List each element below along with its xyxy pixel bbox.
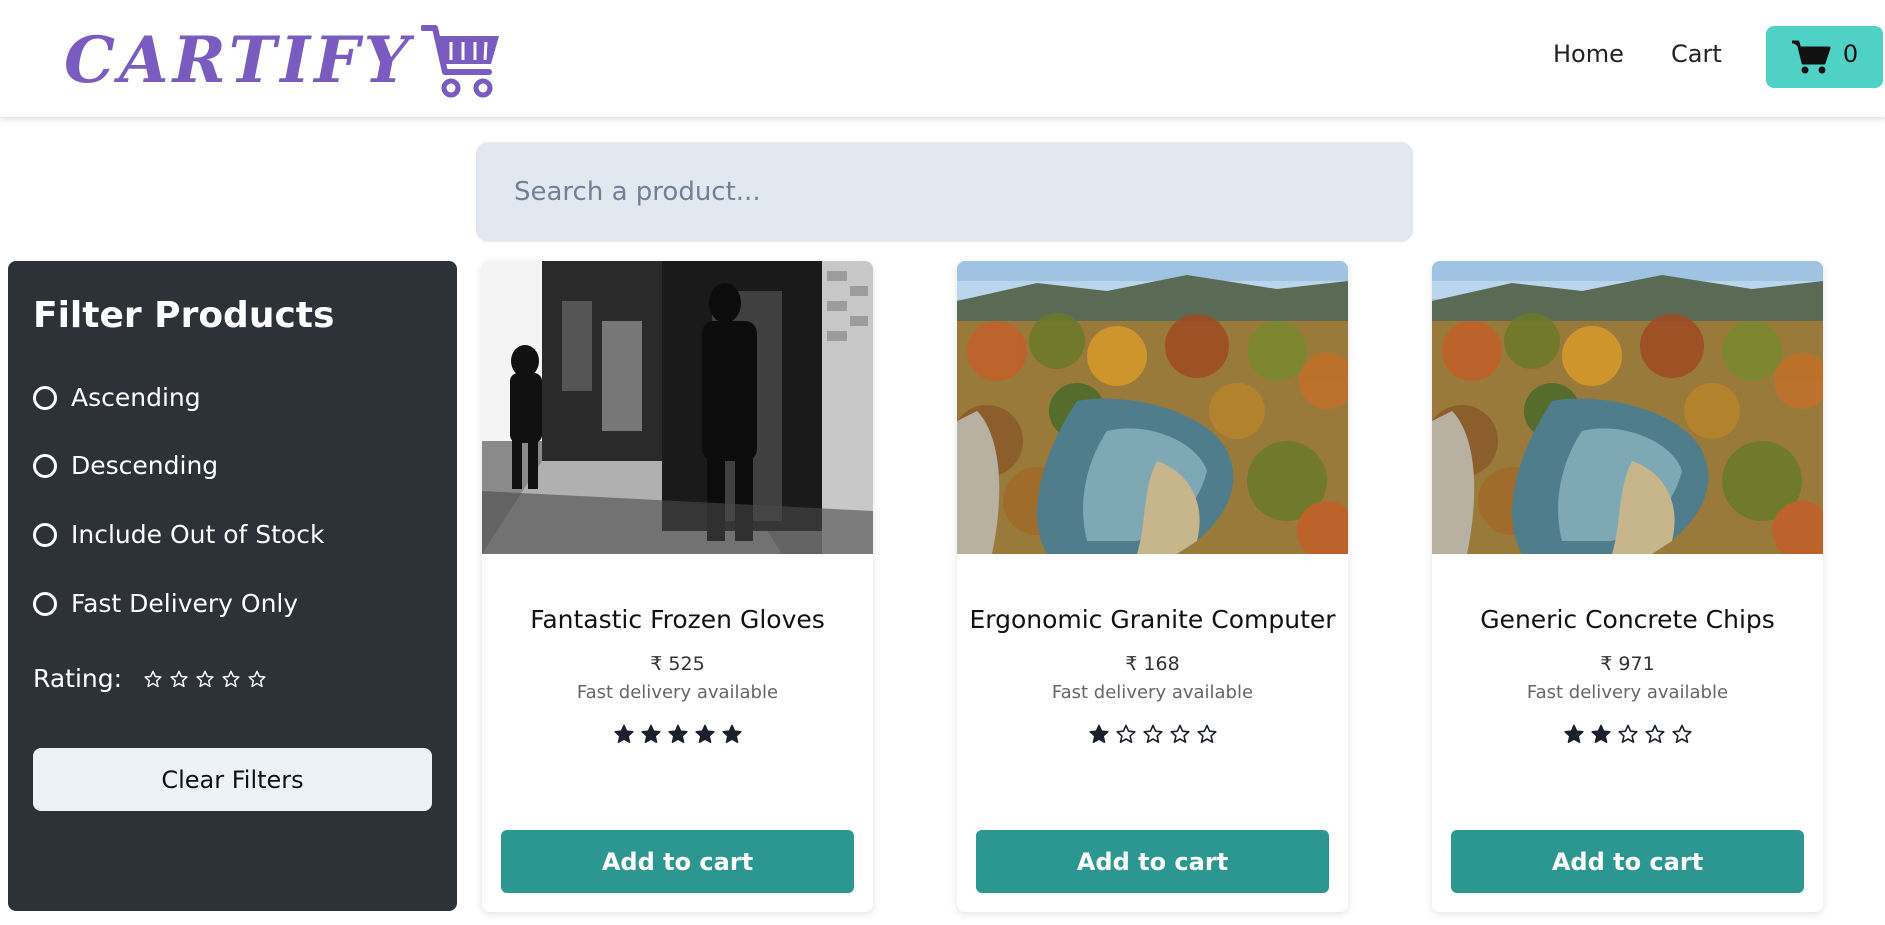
filter-option-label: Descending — [71, 451, 219, 480]
radio-button[interactable] — [33, 453, 57, 478]
sidebar-title: Filter Products — [33, 295, 335, 336]
product-delivery: Fast delivery available — [576, 682, 779, 703]
star-empty-icon — [1617, 724, 1638, 743]
star-empty-icon[interactable] — [144, 670, 162, 688]
star-empty-icon — [1196, 724, 1217, 743]
product-price: ₹ 168 — [1125, 653, 1180, 675]
checkbox-circle[interactable] — [33, 522, 57, 547]
product-card: Ergonomic Granite Computer ₹ 168 Fast de… — [957, 261, 1348, 912]
product-image — [482, 261, 873, 554]
cart-button[interactable]: 0 — [1766, 26, 1883, 88]
nav-home-link[interactable]: Home — [1553, 40, 1624, 68]
star-empty-icon[interactable] — [248, 670, 266, 688]
header: CARTIFY Home Cart 0 — [0, 0, 1885, 117]
star-empty-icon[interactable] — [170, 670, 188, 688]
logo-text: CARTIFY — [64, 22, 414, 98]
clear-filters-button[interactable]: Clear Filters — [33, 748, 432, 811]
star-filled-icon — [694, 724, 715, 743]
product-rating — [482, 724, 873, 744]
add-to-cart-button[interactable]: Add to cart — [976, 830, 1329, 893]
add-to-cart-button[interactable]: Add to cart — [501, 830, 854, 893]
star-filled-icon — [640, 724, 661, 743]
cart-count-badge: 0 — [1842, 40, 1859, 68]
product-rating — [957, 724, 1348, 744]
filter-include-out-of-stock[interactable]: Include Out of Stock — [33, 520, 324, 549]
star-filled-icon — [1563, 724, 1584, 743]
star-filled-icon — [721, 724, 742, 743]
star-filled-icon — [667, 724, 688, 743]
product-image — [1432, 261, 1823, 554]
logo[interactable]: CARTIFY — [64, 18, 503, 102]
rating-label: Rating: — [33, 664, 123, 693]
filter-sidebar: Filter Products Ascending Descending Inc… — [8, 261, 457, 911]
cart-icon — [1791, 40, 1831, 74]
shopping-cart-logo-icon — [421, 25, 500, 98]
star-filled-icon — [1590, 724, 1611, 743]
search-input[interactable] — [476, 142, 1413, 242]
product-image — [957, 261, 1348, 554]
filter-option-label: Include Out of Stock — [71, 520, 325, 549]
star-empty-icon[interactable] — [196, 670, 214, 688]
checkbox-circle[interactable] — [33, 591, 57, 616]
star-empty-icon — [1142, 724, 1163, 743]
rating-filter: Rating: — [33, 664, 266, 693]
product-name: Ergonomic Granite Computer — [969, 605, 1336, 634]
add-to-cart-button[interactable]: Add to cart — [1451, 830, 1804, 893]
product-name: Generic Concrete Chips — [1480, 605, 1775, 634]
star-filled-icon — [613, 724, 634, 743]
filter-fast-delivery[interactable]: Fast Delivery Only — [33, 589, 298, 618]
product-rating — [1432, 724, 1823, 744]
product-card: Fantastic Frozen Gloves ₹ 525 Fast deliv… — [482, 261, 873, 912]
filter-ascending[interactable]: Ascending — [33, 383, 201, 412]
star-empty-icon — [1115, 724, 1136, 743]
star-empty-icon[interactable] — [222, 670, 240, 688]
filter-option-label: Ascending — [71, 383, 201, 412]
star-empty-icon — [1644, 724, 1665, 743]
product-price: ₹ 971 — [1600, 653, 1655, 675]
product-name: Fantastic Frozen Gloves — [530, 605, 825, 634]
radio-button[interactable] — [33, 385, 57, 410]
rating-filter-stars — [144, 670, 266, 688]
product-delivery: Fast delivery available — [1526, 682, 1729, 703]
product-delivery: Fast delivery available — [1051, 682, 1254, 703]
product-card: Generic Concrete Chips ₹ 971 Fast delive… — [1432, 261, 1823, 912]
nav-cart-link[interactable]: Cart — [1671, 40, 1722, 68]
product-price: ₹ 525 — [650, 653, 705, 675]
star-empty-icon — [1169, 724, 1190, 743]
star-filled-icon — [1088, 724, 1109, 743]
filter-option-label: Fast Delivery Only — [71, 589, 299, 618]
star-empty-icon — [1671, 724, 1692, 743]
filter-descending[interactable]: Descending — [33, 451, 218, 480]
